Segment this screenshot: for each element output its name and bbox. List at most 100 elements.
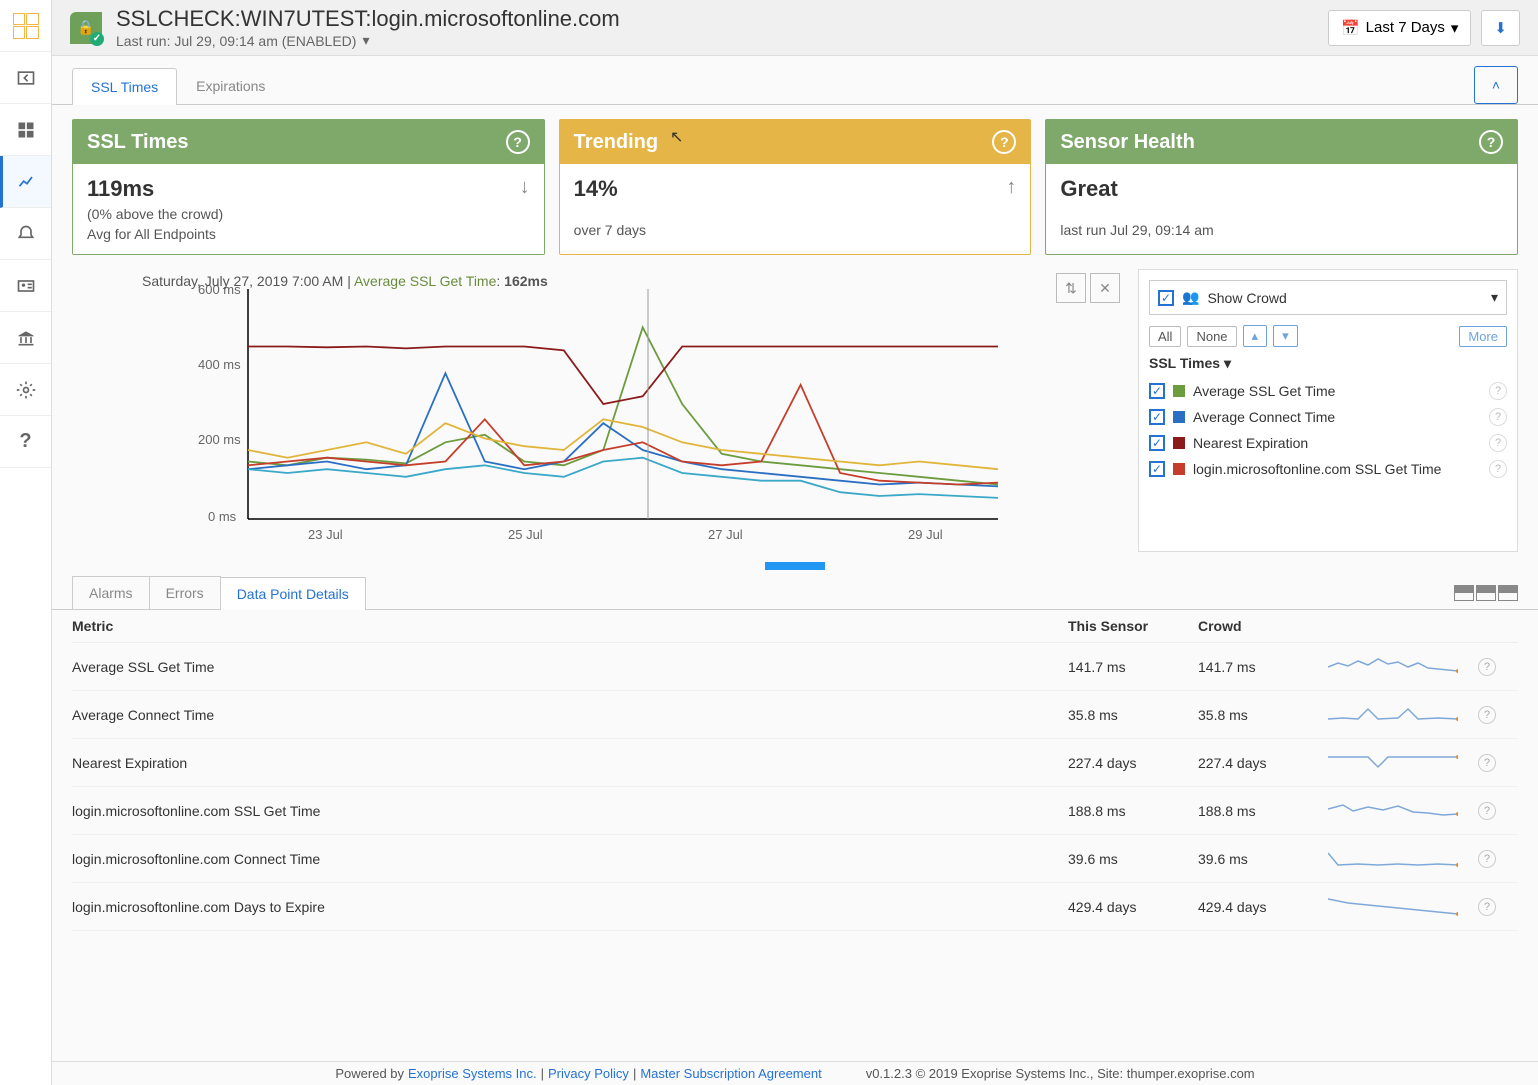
tab-data-point-details[interactable]: Data Point Details bbox=[220, 577, 366, 610]
legend-item[interactable]: ✓Nearest Expiration? bbox=[1149, 430, 1507, 456]
sparkline bbox=[1328, 653, 1478, 680]
table-row[interactable]: login.microsoftonline.com SSL Get Time18… bbox=[72, 787, 1518, 835]
show-crowd-toggle[interactable]: ✓ 👥 Show Crowd ▾ bbox=[1149, 280, 1507, 315]
tab-expirations[interactable]: Expirations bbox=[177, 67, 284, 104]
trend-value: 14% bbox=[574, 176, 646, 202]
id-card-icon[interactable] bbox=[0, 260, 51, 312]
trend-sub: over 7 days bbox=[574, 222, 646, 238]
last-run-label[interactable]: Last run: Jul 29, 09:14 am (ENABLED) ▾ bbox=[116, 32, 620, 49]
table-row[interactable]: login.microsoftonline.com Days to Expire… bbox=[72, 883, 1518, 931]
chart-resize-button[interactable]: ⇅ bbox=[1056, 273, 1086, 303]
row-help-icon[interactable]: ? bbox=[1478, 754, 1518, 772]
legend-more-button[interactable]: More bbox=[1459, 326, 1507, 347]
details-table: Metric This Sensor Crowd Average SSL Get… bbox=[52, 610, 1538, 931]
row-help-icon[interactable]: ? bbox=[1478, 898, 1518, 916]
card-health-title: Sensor Health bbox=[1060, 131, 1194, 154]
metric-cell: login.microsoftonline.com SSL Get Time bbox=[72, 803, 1068, 819]
svg-text:25 Jul: 25 Jul bbox=[508, 527, 543, 542]
chart-area[interactable]: Saturday, July 27, 2019 7:00 AM | Averag… bbox=[72, 269, 1124, 552]
download-button[interactable]: ⬇ bbox=[1481, 10, 1520, 46]
legend-item[interactable]: ✓Average Connect Time? bbox=[1149, 404, 1507, 430]
arrow-down-icon: ↓ bbox=[520, 176, 530, 199]
date-range-button[interactable]: 📅 Last 7 Days ▾ bbox=[1328, 10, 1471, 46]
back-icon[interactable] bbox=[0, 52, 51, 104]
metric-cell: Nearest Expiration bbox=[72, 755, 1068, 771]
metric-cell: login.microsoftonline.com Connect Time bbox=[72, 851, 1068, 867]
footer-company-link[interactable]: Exoprise Systems Inc. bbox=[408, 1066, 537, 1081]
sensor-cell: 141.7 ms bbox=[1068, 659, 1198, 675]
svg-text:0 ms: 0 ms bbox=[208, 509, 237, 524]
table-row[interactable]: Average Connect Time35.8 ms35.8 ms? bbox=[72, 691, 1518, 739]
help-circle-icon[interactable]: ? bbox=[506, 130, 530, 154]
chart-tooltip: Saturday, July 27, 2019 7:00 AM | Averag… bbox=[142, 273, 548, 289]
legend-group-title[interactable]: SSL Times ▾ bbox=[1149, 355, 1507, 372]
sparkline bbox=[1328, 845, 1478, 872]
legend-down-button[interactable]: ▾ bbox=[1273, 325, 1298, 347]
metric-cell: login.microsoftonline.com Days to Expire bbox=[72, 899, 1068, 915]
svg-text:23 Jul: 23 Jul bbox=[308, 527, 343, 542]
logo-icon[interactable] bbox=[0, 0, 51, 52]
line-chart: 600 ms 400 ms 200 ms 0 ms 23 Jul 25 Jul … bbox=[72, 269, 1124, 549]
collapse-button[interactable]: ˄ bbox=[1474, 66, 1518, 104]
crowd-cell: 141.7 ms bbox=[1198, 659, 1328, 675]
ssl-sub1: (0% above the crowd) bbox=[87, 206, 223, 222]
help-circle-icon[interactable]: ? bbox=[992, 130, 1016, 154]
layout-toggle[interactable] bbox=[1454, 585, 1518, 601]
sensor-cell: 227.4 days bbox=[1068, 755, 1198, 771]
footer-version: v0.1.2.3 © 2019 Exoprise Systems Inc., S… bbox=[866, 1066, 1255, 1081]
tab-errors[interactable]: Errors bbox=[149, 576, 221, 609]
help-icon[interactable]: ? bbox=[0, 416, 51, 468]
table-row[interactable]: login.microsoftonline.com Connect Time39… bbox=[72, 835, 1518, 883]
row-help-icon[interactable]: ? bbox=[1478, 706, 1518, 724]
ssl-sub2: Avg for All Endpoints bbox=[87, 226, 223, 242]
footer-privacy-link[interactable]: Privacy Policy bbox=[548, 1066, 629, 1081]
health-value: Great bbox=[1060, 176, 1213, 202]
crowd-cell: 429.4 days bbox=[1198, 899, 1328, 915]
col-sensor: This Sensor bbox=[1068, 618, 1198, 634]
sensor-shield-icon: 🔒 bbox=[70, 12, 102, 44]
alarms-icon[interactable] bbox=[0, 208, 51, 260]
svg-text:200 ms: 200 ms bbox=[198, 432, 241, 447]
sensor-cell: 35.8 ms bbox=[1068, 707, 1198, 723]
svg-text:27 Jul: 27 Jul bbox=[708, 527, 743, 542]
legend-item[interactable]: ✓login.microsoftonline.com SSL Get Time? bbox=[1149, 456, 1507, 482]
sensor-cell: 188.8 ms bbox=[1068, 803, 1198, 819]
svg-text:400 ms: 400 ms bbox=[198, 357, 241, 372]
caret-down-icon: ▾ bbox=[1451, 19, 1459, 37]
metric-cell: Average Connect Time bbox=[72, 707, 1068, 723]
card-trend-title: Trending bbox=[574, 131, 658, 154]
row-help-icon[interactable]: ? bbox=[1478, 658, 1518, 676]
row-help-icon[interactable]: ? bbox=[1478, 850, 1518, 868]
page-header: 🔒 SSLCHECK:WIN7UTEST:login.microsoftonli… bbox=[52, 0, 1538, 56]
health-sub: last run Jul 29, 09:14 am bbox=[1060, 222, 1213, 238]
legend-item[interactable]: ✓Average SSL Get Time? bbox=[1149, 378, 1507, 404]
checkbox-icon: ✓ bbox=[1158, 290, 1174, 306]
col-metric: Metric bbox=[72, 618, 1068, 634]
splitter-handle[interactable] bbox=[52, 562, 1538, 570]
legend-all-button[interactable]: All bbox=[1149, 326, 1181, 347]
legend-none-button[interactable]: None bbox=[1187, 326, 1236, 347]
table-row[interactable]: Average SSL Get Time141.7 ms141.7 ms? bbox=[72, 643, 1518, 691]
ssl-value: 119ms bbox=[87, 176, 223, 202]
tab-ssl-times[interactable]: SSL Times bbox=[72, 68, 177, 105]
legend-up-button[interactable]: ▴ bbox=[1243, 325, 1268, 347]
people-icon: 👥 bbox=[1182, 289, 1199, 306]
chart-close-button[interactable]: ✕ bbox=[1090, 273, 1120, 303]
crowd-cell: 35.8 ms bbox=[1198, 707, 1328, 723]
sparkline bbox=[1328, 701, 1478, 728]
charts-icon[interactable] bbox=[0, 156, 51, 208]
page-title: SSLCHECK:WIN7UTEST:login.microsoftonline… bbox=[116, 6, 620, 32]
legend-panel: ✓ 👥 Show Crowd ▾ All None ▴ ▾ More SSL T… bbox=[1138, 269, 1518, 552]
gear-icon[interactable] bbox=[0, 364, 51, 416]
table-row[interactable]: Nearest Expiration227.4 days227.4 days? bbox=[72, 739, 1518, 787]
svg-text:29 Jul: 29 Jul bbox=[908, 527, 943, 542]
sparkline bbox=[1328, 797, 1478, 824]
card-ssl-times: SSL Times? 119ms (0% above the crowd) Av… bbox=[72, 119, 545, 255]
row-help-icon[interactable]: ? bbox=[1478, 802, 1518, 820]
institution-icon[interactable] bbox=[0, 312, 51, 364]
help-circle-icon[interactable]: ? bbox=[1479, 130, 1503, 154]
tab-alarms[interactable]: Alarms bbox=[72, 576, 150, 609]
sparkline bbox=[1328, 749, 1478, 776]
dashboard-icon[interactable] bbox=[0, 104, 51, 156]
footer-msa-link[interactable]: Master Subscription Agreement bbox=[640, 1066, 821, 1081]
